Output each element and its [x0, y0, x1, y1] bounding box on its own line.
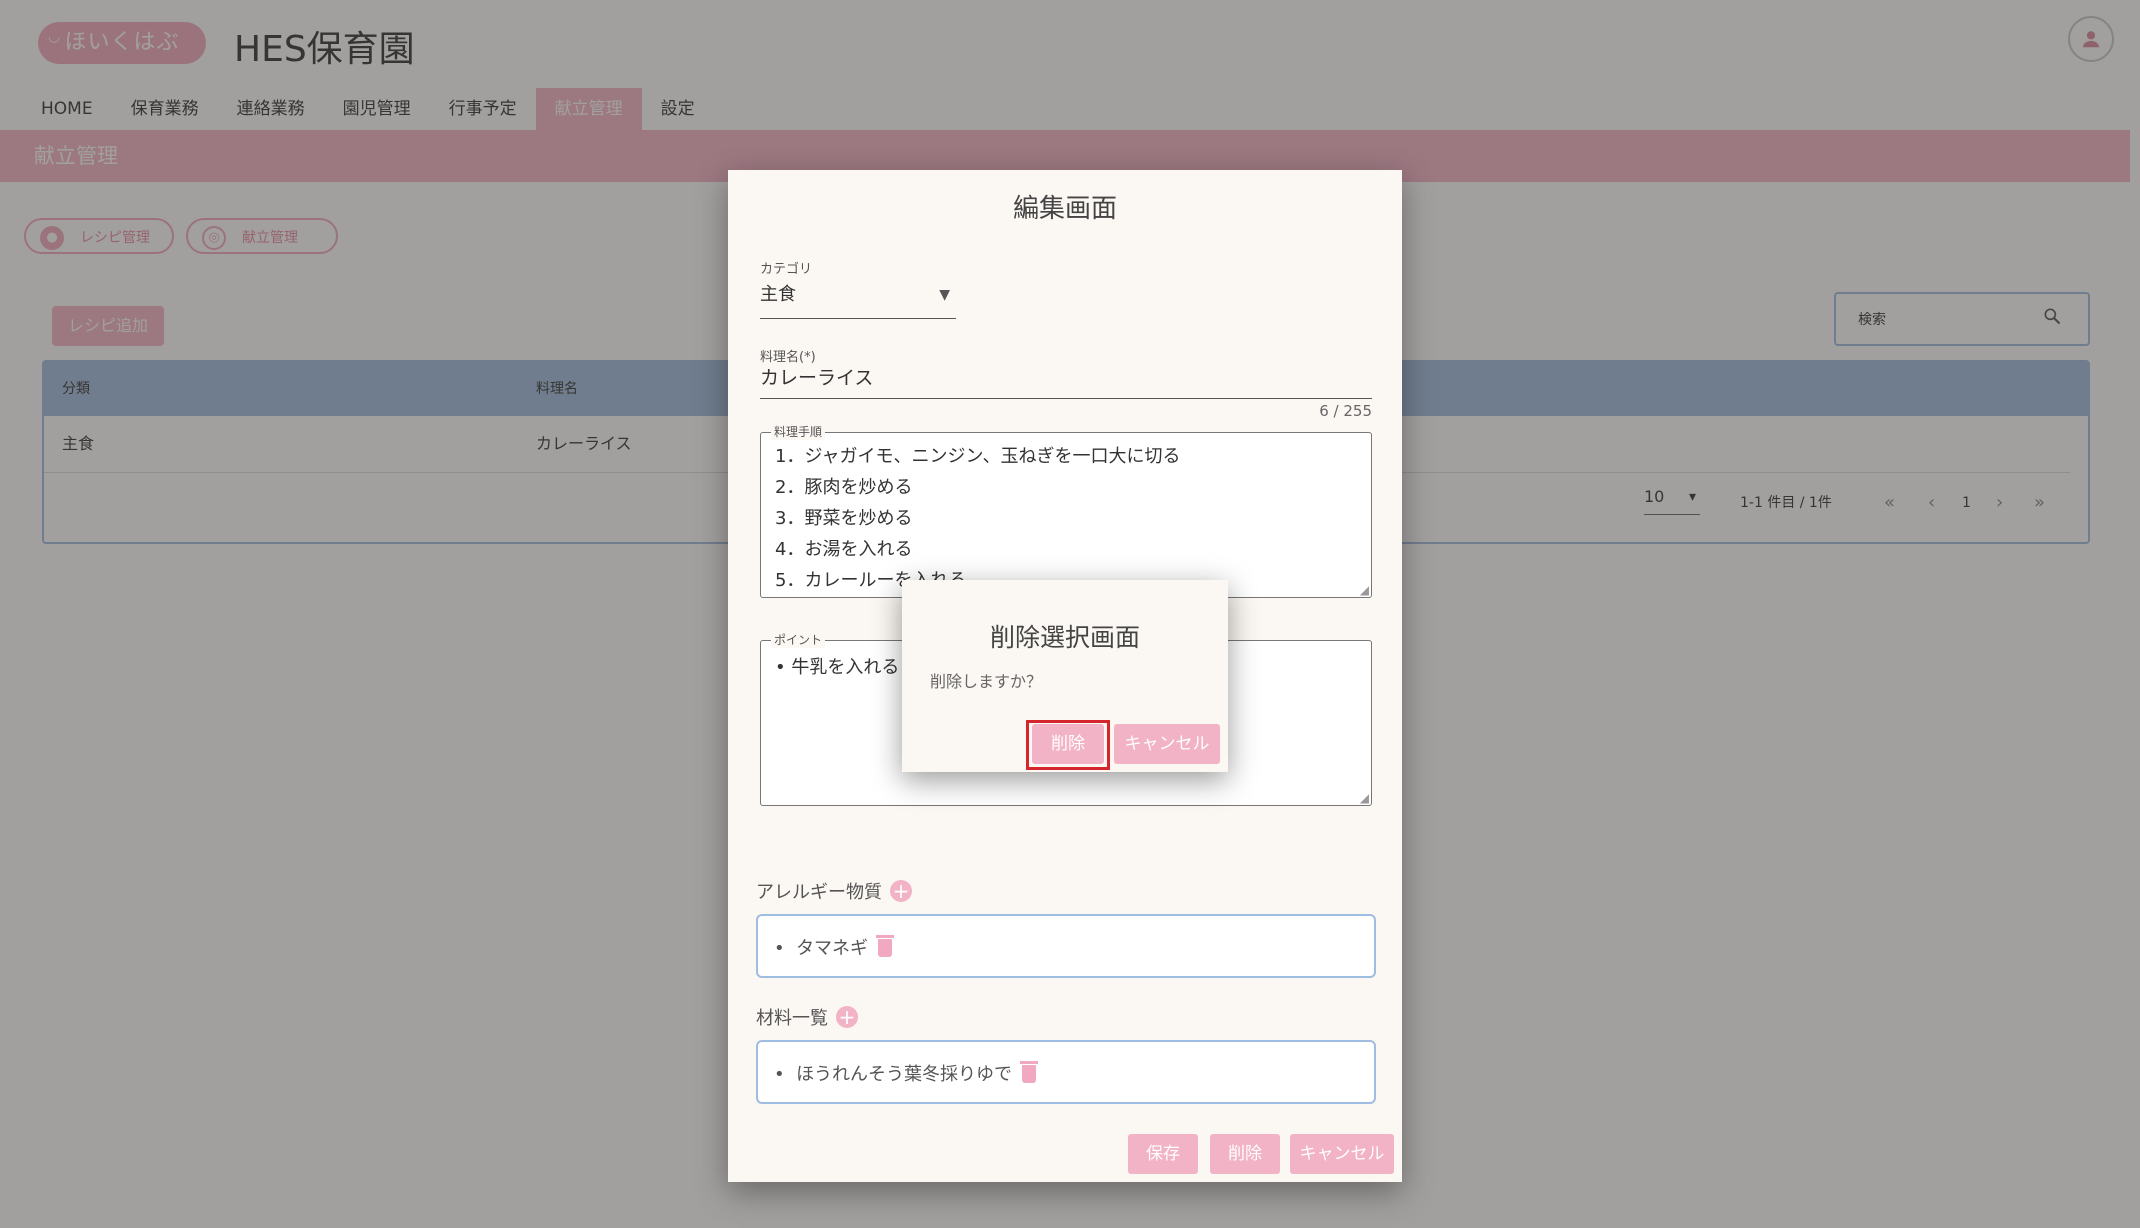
chevron-down-icon: ▼ — [939, 287, 950, 303]
add-ingredient-icon[interactable]: + — [836, 1006, 858, 1028]
trash-icon[interactable] — [876, 935, 895, 957]
category-value: 主食 — [760, 284, 796, 305]
ingredients-label: 材料一覧 — [756, 1008, 828, 1029]
edit-modal-title: 編集画面 — [1012, 194, 1117, 224]
steps-content: 1．ジャガイモ、ニンジン、玉ねぎを一口大に切る 2．豚肉を炒める 3．野菜を炒め… — [775, 441, 1355, 591]
cancel-button[interactable]: キャンセル — [1290, 1134, 1394, 1174]
allergy-item-label: タマネギ — [796, 938, 869, 959]
resize-handle-icon[interactable]: ◢ — [1360, 791, 1369, 805]
allergy-label: アレルギー物質 — [756, 882, 882, 903]
steps-textarea[interactable]: 料理手順 1．ジャガイモ、ニンジン、玉ねぎを一口大に切る 2．豚肉を炒める 3．… — [760, 424, 1372, 598]
save-button[interactable]: 保存 — [1128, 1134, 1198, 1174]
list-item: • ほうれんそう葉冬採りゆで — [774, 1060, 1039, 1086]
category-select[interactable]: 主食 ▼ — [760, 280, 956, 319]
resize-handle-icon[interactable]: ◢ — [1360, 583, 1369, 597]
trash-icon[interactable] — [1020, 1061, 1039, 1083]
dialog-message: 削除しますか？ — [930, 672, 1043, 691]
step-line: 3．野菜を炒める — [775, 508, 913, 529]
steps-label: 料理手順 — [771, 424, 826, 440]
delete-button[interactable]: 削除 — [1210, 1134, 1280, 1174]
confirm-delete-button[interactable]: 削除 — [1032, 724, 1104, 764]
ingredient-item-label: ほうれんそう葉冬採りゆで — [796, 1064, 1013, 1085]
ingredient-list: • ほうれんそう葉冬採りゆで — [756, 1040, 1376, 1104]
dialog-title: 削除選択画面 — [989, 623, 1140, 652]
dish-name-label: 料理名(*) — [760, 350, 816, 365]
dish-name-input[interactable]: カレーライス — [760, 364, 1372, 399]
dish-name-counter: 6 / 255 — [1319, 402, 1372, 420]
list-item: • タマネギ — [774, 934, 895, 960]
delete-confirm-dialog: 削除選択画面 削除しますか？ 削除 キャンセル — [902, 580, 1228, 772]
step-line: 4．お湯を入れる — [775, 539, 913, 560]
step-line: 2．豚肉を炒める — [775, 477, 913, 498]
category-label: カテゴリ — [760, 262, 813, 277]
confirm-cancel-button[interactable]: キャンセル — [1114, 724, 1220, 764]
add-allergy-icon[interactable]: + — [890, 880, 912, 902]
point-label: ポイント — [771, 632, 826, 648]
allergy-list: • タマネギ — [756, 914, 1376, 978]
point-content: • 牛乳を入れる — [775, 657, 900, 678]
step-line: 1．ジャガイモ、ニンジン、玉ねぎを一口大に切る — [775, 446, 1181, 467]
